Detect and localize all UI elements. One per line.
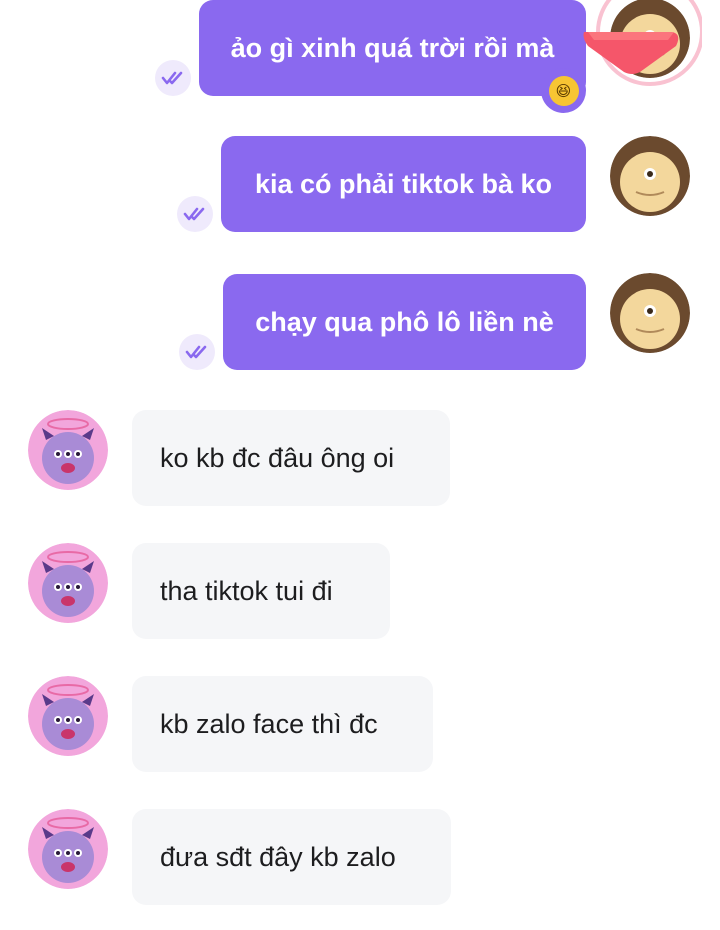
chat-thread: ảo gì xinh quá trời rồi mà 😆 kia có phải… (0, 0, 720, 930)
message-text: chạy qua phô lô liền nè (255, 306, 554, 337)
message-bubble-incoming[interactable]: ko kb đc đâu ông oi (132, 410, 450, 506)
sender-avatar[interactable] (610, 273, 690, 353)
message-text: ko kb đc đâu ông oi (160, 442, 395, 473)
message-bubble-outgoing[interactable]: ảo gì xinh quá trời rồi mà (199, 0, 586, 96)
sender-avatar[interactable] (610, 136, 690, 216)
message-text: kia có phải tiktok bà ko (254, 168, 553, 199)
message-text: kb zalo face thì đc (160, 708, 378, 739)
message-text: đưa sđt đây kb zalo (160, 841, 396, 872)
receiver-avatar[interactable] (28, 676, 108, 756)
double-check-icon (177, 196, 213, 232)
reaction-badge[interactable]: 😆 (541, 68, 586, 113)
laughing-face-icon: 😆 (548, 75, 579, 106)
message-text: tha tiktok tui đi (160, 575, 333, 606)
double-check-icon (155, 60, 191, 96)
message-bubble-outgoing[interactable]: chạy qua phô lô liền nè (223, 274, 586, 370)
receiver-avatar[interactable] (28, 410, 108, 490)
sender-avatar[interactable] (610, 0, 690, 78)
message-text: ảo gì xinh quá trời rồi mà (230, 32, 555, 63)
message-bubble-outgoing[interactable]: kia có phải tiktok bà ko (221, 136, 586, 232)
message-bubble-incoming[interactable]: kb zalo face thì đc (132, 676, 433, 772)
receiver-avatar[interactable] (28, 543, 108, 623)
message-bubble-incoming[interactable]: đưa sđt đây kb zalo (132, 809, 451, 905)
receiver-avatar[interactable] (28, 809, 108, 889)
message-bubble-incoming[interactable]: tha tiktok tui đi (132, 543, 390, 639)
double-check-icon (179, 334, 215, 370)
